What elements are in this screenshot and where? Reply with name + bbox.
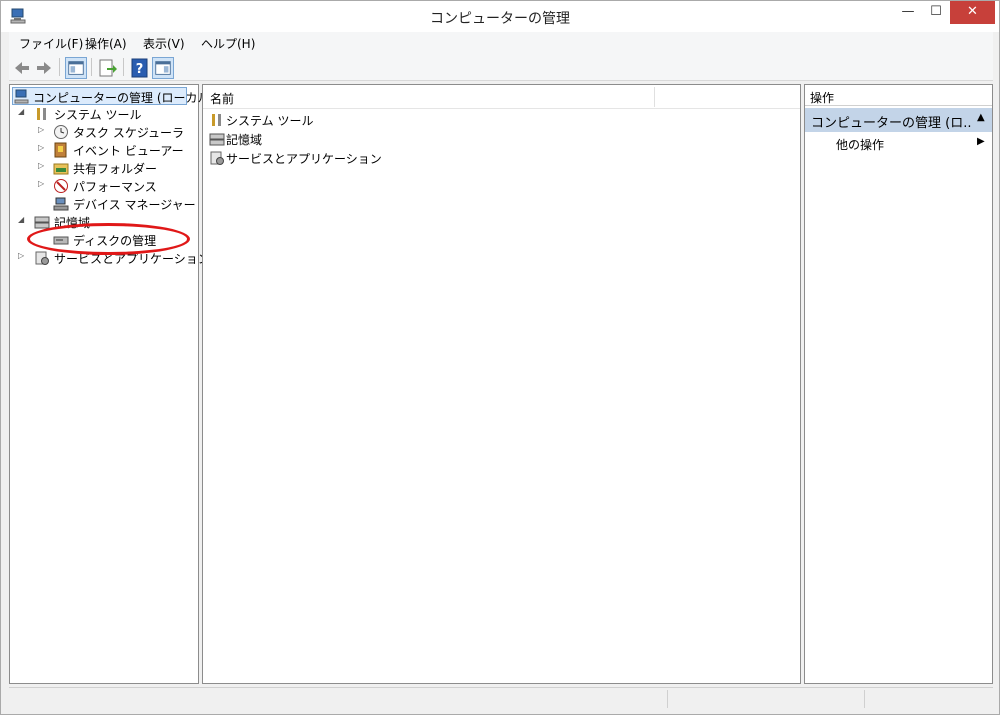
menu-view[interactable]: 表示(V): [143, 35, 185, 52]
tree-item-shared-folders[interactable]: ▷ 共有フォルダー: [38, 159, 188, 177]
tree-label: パフォーマンス: [73, 180, 157, 194]
tree-item-services-apps[interactable]: ▷ サービスとアプリケーション: [18, 249, 210, 267]
menu-help[interactable]: ヘルプ(H): [201, 35, 255, 52]
action-group-computer-management[interactable]: コンピューターの管理 (ロ... ▲: [805, 108, 992, 132]
expanded-arrow-icon[interactable]: ◢: [18, 215, 28, 224]
export-list-icon[interactable]: [97, 57, 119, 79]
computer-management-window: コンピューターの管理 — ☐ ✕ ファイル(F) 操作(A) 表示(V) ヘルプ…: [0, 0, 1000, 715]
toolbar-separator: [59, 58, 60, 76]
tree-item-event-viewer[interactable]: ▷ イベント ビューアー: [38, 141, 188, 159]
tree-item-system-tools[interactable]: ◢ システム ツール: [18, 105, 188, 123]
tree-item-device-manager[interactable]: デバイス マネージャー: [53, 195, 196, 213]
tree-label: 共有フォルダー: [73, 162, 158, 176]
help-icon[interactable]: ?: [129, 57, 151, 79]
actions-title: 操作: [810, 91, 835, 105]
show-hide-action-pane-icon[interactable]: [152, 57, 174, 79]
tree-label: 記憶域: [54, 216, 91, 230]
collapsed-arrow-icon[interactable]: ▷: [18, 251, 28, 260]
console-tree-pane[interactable]: コンピューターの管理 (ローカル) ◢ システム ツール ▷ タスク スケジュー…: [9, 84, 214, 684]
collapsed-arrow-icon[interactable]: ▷: [38, 161, 48, 170]
title-bar[interactable]: コンピューターの管理 — ☐ ✕: [1, 1, 999, 32]
toolbar-separator: [91, 58, 92, 76]
tree-label: サービスとアプリケーション: [54, 252, 210, 266]
tree-item-disk-management[interactable]: ディスクの管理: [53, 231, 193, 249]
tree-item-task-scheduler[interactable]: ▷ タスク スケジューラ: [38, 123, 188, 141]
tree-label: デバイス マネージャー: [73, 198, 196, 212]
status-cell: [667, 690, 864, 708]
svg-text:?: ?: [136, 62, 144, 77]
menu-file[interactable]: ファイル(F): [19, 35, 83, 52]
tree-label: コンピューターの管理 (ローカル): [33, 91, 215, 105]
storage-icon: [209, 133, 225, 146]
status-cell: [864, 690, 993, 708]
computer-management-icon: [14, 89, 29, 104]
window-title: コンピューターの管理: [430, 11, 570, 27]
submenu-arrow-icon[interactable]: ▶: [977, 136, 985, 147]
tree-label: イベント ビューアー: [73, 144, 184, 158]
column-divider[interactable]: [654, 87, 655, 107]
expanded-arrow-icon[interactable]: ◢: [18, 107, 28, 116]
list-pane[interactable]: 名前 システム ツール 記憶域 サービスとアプリケーション: [202, 84, 801, 684]
column-name-header[interactable]: 名前: [210, 90, 234, 107]
minimize-button[interactable]: —: [893, 1, 923, 24]
tree-item-storage[interactable]: ◢ 記憶域: [18, 213, 188, 231]
tree-item-performance[interactable]: ▷ パフォーマンス: [38, 177, 188, 195]
tree-item-root[interactable]: コンピューターの管理 (ローカル): [12, 87, 214, 105]
shared-folder-icon: [53, 163, 69, 175]
collapse-up-icon[interactable]: ▲: [977, 112, 985, 123]
list-item-label: 記憶域: [226, 133, 263, 147]
back-arrow-icon[interactable]: [11, 57, 33, 79]
menu-action[interactable]: 操作(A): [85, 35, 127, 52]
close-button[interactable]: ✕: [950, 1, 995, 24]
other-actions-item[interactable]: 他の操作: [836, 136, 884, 153]
actions-pane: 操作 コンピューターの管理 (ロ... ▲ 他の操作 ▶: [804, 84, 993, 684]
status-bar: [9, 687, 993, 709]
list-item-label: システム ツール: [226, 114, 314, 128]
collapsed-arrow-icon[interactable]: ▷: [38, 143, 48, 152]
tree-label: タスク スケジューラ: [73, 126, 184, 140]
device-manager-icon: [53, 197, 69, 211]
disk-management-icon: [53, 236, 69, 245]
action-group-label: コンピューターの管理 (ロ...: [811, 116, 971, 131]
tools-icon: [212, 114, 221, 126]
performance-icon: [54, 179, 68, 193]
toolbar-separator: [123, 58, 124, 76]
clock-icon: [54, 125, 68, 139]
column-header[interactable]: 名前: [203, 85, 800, 109]
event-viewer-icon: [54, 142, 67, 158]
services-icon: [210, 151, 224, 165]
actions-header: 操作: [805, 85, 992, 106]
forward-arrow-icon[interactable]: [33, 57, 55, 79]
list-item-label: サービスとアプリケーション: [226, 152, 382, 166]
toolbar: ?: [9, 54, 993, 81]
show-hide-console-tree-icon[interactable]: [65, 57, 87, 79]
tree-label: ディスクの管理: [73, 234, 157, 248]
collapsed-arrow-icon[interactable]: ▷: [38, 125, 48, 134]
menu-bar: ファイル(F) 操作(A) 表示(V) ヘルプ(H): [9, 32, 993, 54]
tools-icon: [37, 108, 46, 120]
storage-icon: [34, 216, 50, 229]
tree-label: システム ツール: [54, 108, 142, 122]
services-icon: [35, 251, 49, 265]
maximize-button[interactable]: ☐: [923, 1, 949, 24]
collapsed-arrow-icon[interactable]: ▷: [38, 179, 48, 188]
